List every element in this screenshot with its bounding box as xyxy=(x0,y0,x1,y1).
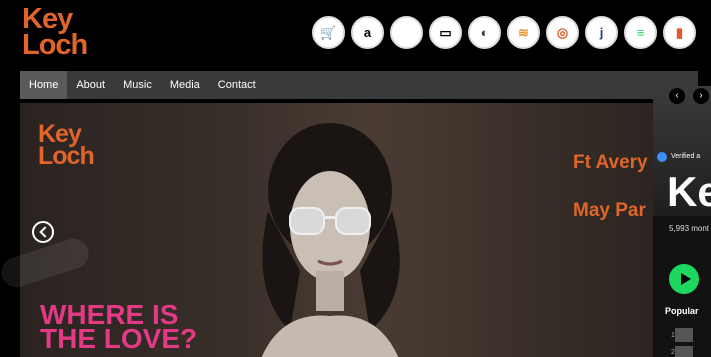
nav-media[interactable]: Media xyxy=(161,71,209,99)
nav-about[interactable]: About xyxy=(67,71,114,99)
hero-title: WHERE IS THE LOVE? xyxy=(40,301,198,354)
monthly-listeners: 5,993 mont xyxy=(669,224,710,233)
sync-glyph: ◎ xyxy=(556,24,569,40)
airplay-icon[interactable]: ▭ xyxy=(429,16,462,49)
hero-portrait-image xyxy=(261,123,400,357)
hero-feature-text: Ft Avery May Par xyxy=(573,123,648,251)
napster-icon[interactable]: ◐ xyxy=(468,16,501,49)
main-nav: Home About Music Media Contact xyxy=(20,71,698,99)
cart-icon[interactable]: 🛒 xyxy=(312,16,345,49)
hero-title-line2: THE LOVE? xyxy=(40,323,198,354)
track-thumbnail[interactable] xyxy=(675,346,693,357)
verified-icon xyxy=(657,152,667,162)
sync-icon[interactable]: ◎ xyxy=(546,16,579,49)
napster-glyph: ◐ xyxy=(480,25,489,40)
deezer-glyph: ▮ xyxy=(675,24,684,40)
artist-name: Ke xyxy=(667,168,711,215)
hero-logo: Key Loch xyxy=(38,122,95,170)
spotify-embed[interactable]: ‹ › Verified a Ke 5,993 mont Popular 1 2 xyxy=(653,86,711,357)
spotify-glyph: ≡ xyxy=(636,25,645,40)
jiosaavn-icon[interactable]: j xyxy=(585,16,618,49)
nav-home[interactable]: Home xyxy=(20,71,68,99)
store-icons: 🛒 a ▭ ◐ ≋ ◎ j ≡ ▮ xyxy=(312,16,696,49)
hero-banner: Key Loch Ft Avery May Par WHERE IS THE L… xyxy=(20,103,660,357)
cart-glyph: 🛒 xyxy=(320,24,337,40)
apple-icon[interactable] xyxy=(390,16,423,49)
hero-ft-line1: Ft Avery xyxy=(573,152,648,173)
spotify-back-icon[interactable]: ‹ xyxy=(669,88,685,104)
spotify-icon[interactable]: ≡ xyxy=(624,16,657,49)
nav-music[interactable]: Music xyxy=(114,71,161,99)
amazon-icon[interactable]: a xyxy=(351,16,384,49)
track-thumbnail[interactable] xyxy=(675,328,693,342)
jiosaavn-glyph: j xyxy=(599,25,604,40)
hero-ft-line2: May Par xyxy=(573,200,646,221)
logo-line2: Loch xyxy=(22,29,88,61)
popular-heading: Popular xyxy=(665,306,699,316)
audiomack-icon[interactable]: ≋ xyxy=(507,16,540,49)
airplay-glyph: ▭ xyxy=(439,24,452,40)
deezer-icon[interactable]: ▮ xyxy=(663,16,696,49)
verified-label: Verified a xyxy=(671,153,701,160)
carousel-prev-button[interactable] xyxy=(32,221,54,243)
hero-logo-line2: Loch xyxy=(38,142,95,170)
audiomack-glyph: ≋ xyxy=(518,24,529,40)
spotify-forward-icon[interactable]: › xyxy=(693,88,709,104)
site-logo[interactable]: Key Loch xyxy=(22,5,88,61)
nav-contact[interactable]: Contact xyxy=(209,71,265,99)
spotify-play-button[interactable] xyxy=(669,264,699,294)
amazon-glyph: a xyxy=(363,25,372,40)
